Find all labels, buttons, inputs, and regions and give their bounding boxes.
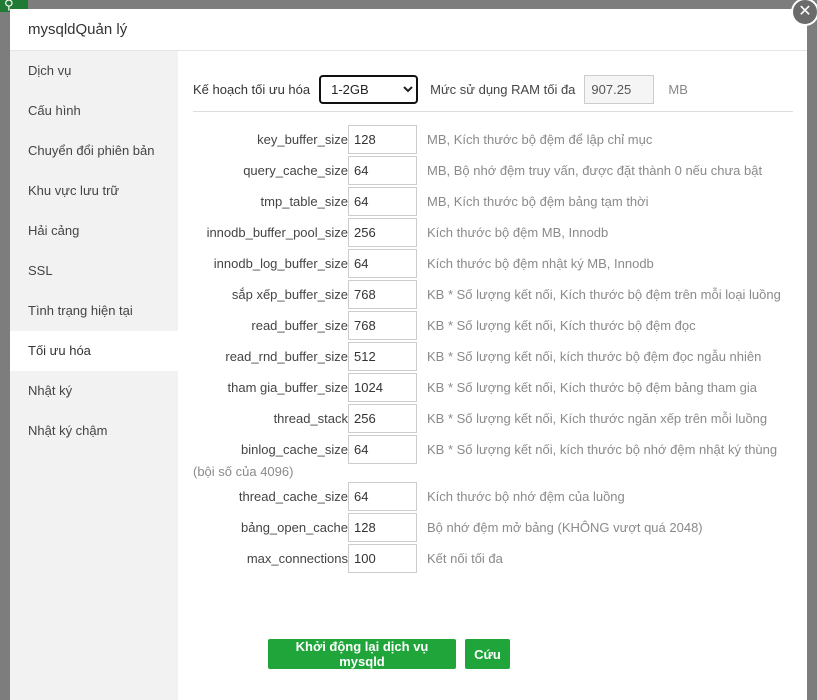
param-row-max-connections: max_connections Kết nối tối đa <box>178 543 807 574</box>
param-input[interactable] <box>348 187 417 216</box>
param-desc: Bộ nhớ đệm mở bảng (KHÔNG vượt quá 2048) <box>427 520 703 535</box>
param-desc: KB * Số lượng kết nối, Kích thước bộ đệm… <box>427 380 758 395</box>
param-desc: KB * Số lượng kết nối, Kích thước bộ đệm… <box>427 318 696 333</box>
param-row-table-open-cache: bảng_open_cache Bộ nhớ đệm mở bảng (KHÔN… <box>178 512 807 543</box>
optimization-panel: Kế hoạch tối ưu hóa 1-2GB Mức sử dụng RA… <box>178 51 807 700</box>
param-label: tham gia_buffer_size <box>227 380 348 395</box>
sidebar-item-config[interactable]: Cấu hình <box>10 91 178 131</box>
dialog-title: mysqldQuản lý <box>10 9 807 51</box>
param-row-sort-buffer-size: sắp xếp_buffer_size KB * Số lượng kết nố… <box>178 279 807 310</box>
mysqld-manager-dialog: mysqldQuản lý Dịch vụ Cấu hình Chuyển đổ… <box>10 9 807 700</box>
save-button[interactable]: Cứu <box>465 639 510 669</box>
sidebar-item-storage[interactable]: Khu vực lưu trữ <box>10 171 178 211</box>
close-dialog-button[interactable]: ✕ <box>791 0 817 26</box>
param-label: thread_cache_size <box>238 489 348 504</box>
param-desc: KB * Số lượng kết nối, kích thước bộ nhớ… <box>427 442 778 457</box>
sidebar-item-slow-log[interactable]: Nhật ký chậm <box>10 411 178 451</box>
param-desc: MB, Bộ nhớ đệm truy vấn, được đặt thành … <box>427 163 763 178</box>
sidebar-item-current-status[interactable]: Tình trạng hiện tại <box>10 291 178 331</box>
param-label: max_connections <box>246 551 348 566</box>
param-input[interactable] <box>348 249 417 278</box>
param-input[interactable] <box>348 156 417 185</box>
param-label: read_buffer_size <box>251 318 348 333</box>
plan-select[interactable]: 1-2GB <box>319 74 419 104</box>
param-label: bảng_open_cache <box>241 520 348 535</box>
param-row-binlog-cache-size: binlog_cache_size KB * Số lượng kết nối,… <box>178 434 807 481</box>
param-row-thread-stack: thread_stack KB * Số lượng kết nối, Kích… <box>178 403 807 434</box>
param-label: query_cache_size <box>243 163 348 178</box>
param-row-query-cache-size: query_cache_size MB, Bộ nhớ đệm truy vấn… <box>178 155 807 186</box>
param-row-innodb-buffer-pool-size: innodb_buffer_pool_size Kích thước bộ đệ… <box>178 217 807 248</box>
param-label: innodb_buffer_pool_size <box>206 225 348 240</box>
param-label: read_rnd_buffer_size <box>225 349 348 364</box>
param-desc: Kết nối tối đa <box>427 551 503 566</box>
restart-mysqld-button[interactable]: Khởi động lại dịch vụ mysqld <box>268 639 456 669</box>
param-row-join-buffer-size: tham gia_buffer_size KB * Số lượng kết n… <box>178 372 807 403</box>
param-input[interactable] <box>348 280 417 309</box>
param-label: innodb_log_buffer_size <box>213 256 348 271</box>
param-desc: Kích thước bộ đệm MB, Innodb <box>427 225 609 240</box>
param-list: key_buffer_size MB, Kích thước bộ đệm để… <box>178 124 807 574</box>
param-label: sắp xếp_buffer_size <box>231 287 348 302</box>
sidebar-item-optimization[interactable]: Tối ưu hóa <box>10 331 178 371</box>
sidebar-item-service[interactable]: Dịch vụ <box>10 51 178 91</box>
close-icon: ✕ <box>798 3 812 20</box>
param-desc: KB * Số lượng kết nối, Kích thước bộ đệm… <box>427 287 781 302</box>
sidebar-item-log[interactable]: Nhật ký <box>10 371 178 411</box>
param-desc: KB * Số lượng kết nối, Kích thước ngăn x… <box>427 411 768 426</box>
plan-row: Kế hoạch tối ưu hóa 1-2GB Mức sử dụng RA… <box>193 67 793 112</box>
param-label: key_buffer_size <box>257 132 348 147</box>
param-row-read-rnd-buffer-size: read_rnd_buffer_size KB * Số lượng kết n… <box>178 341 807 372</box>
param-input[interactable] <box>348 544 417 573</box>
param-desc: KB * Số lượng kết nối, kích thước bộ đệm… <box>427 349 762 364</box>
param-input[interactable] <box>348 125 417 154</box>
param-desc: MB, Kích thước bộ đệm để lập chỉ mục <box>427 132 653 147</box>
param-input[interactable] <box>348 373 417 402</box>
param-input[interactable] <box>348 513 417 542</box>
param-label: tmp_table_size <box>260 194 348 209</box>
sidebar-item-switch-version[interactable]: Chuyển đổi phiên bản <box>10 131 178 171</box>
param-row-innodb-log-buffer-size: innodb_log_buffer_size Kích thước bộ đệm… <box>178 248 807 279</box>
param-input[interactable] <box>348 404 417 433</box>
param-input[interactable] <box>348 342 417 371</box>
sidebar-item-port[interactable]: Hải cảng <box>10 211 178 251</box>
plan-label: Kế hoạch tối ưu hóa <box>193 81 311 97</box>
ram-label: Mức sử dụng RAM tối đa <box>430 81 576 97</box>
param-input[interactable] <box>348 218 417 247</box>
param-row-read-buffer-size: read_buffer_size KB * Số lượng kết nối, … <box>178 310 807 341</box>
param-desc: Kích thước bộ đệm nhật ký MB, Innodb <box>427 256 654 271</box>
param-input[interactable] <box>348 482 417 511</box>
param-input[interactable] <box>348 435 417 464</box>
ram-usage-field[interactable] <box>584 74 655 104</box>
param-label: thread_stack <box>273 411 348 426</box>
param-desc-wrap: (bội số của 4096) <box>193 464 294 479</box>
param-desc: Kích thước bộ nhớ đệm của luồng <box>427 489 625 504</box>
param-row-thread-cache-size: thread_cache_size Kích thước bộ nhớ đệm … <box>178 481 807 512</box>
param-row-tmp-table-size: tmp_table_size MB, Kích thước bộ đệm bản… <box>178 186 807 217</box>
dialog-sidebar: Dịch vụ Cấu hình Chuyển đổi phiên bản Kh… <box>10 51 178 700</box>
param-input[interactable] <box>348 311 417 340</box>
param-label: binlog_cache_size <box>241 442 348 457</box>
param-desc: MB, Kích thước bộ đệm bảng tạm thời <box>427 194 649 209</box>
sidebar-item-ssl[interactable]: SSL <box>10 251 178 291</box>
param-row-key-buffer-size: key_buffer_size MB, Kích thước bộ đệm để… <box>178 124 807 155</box>
ram-unit: MB <box>668 81 688 97</box>
